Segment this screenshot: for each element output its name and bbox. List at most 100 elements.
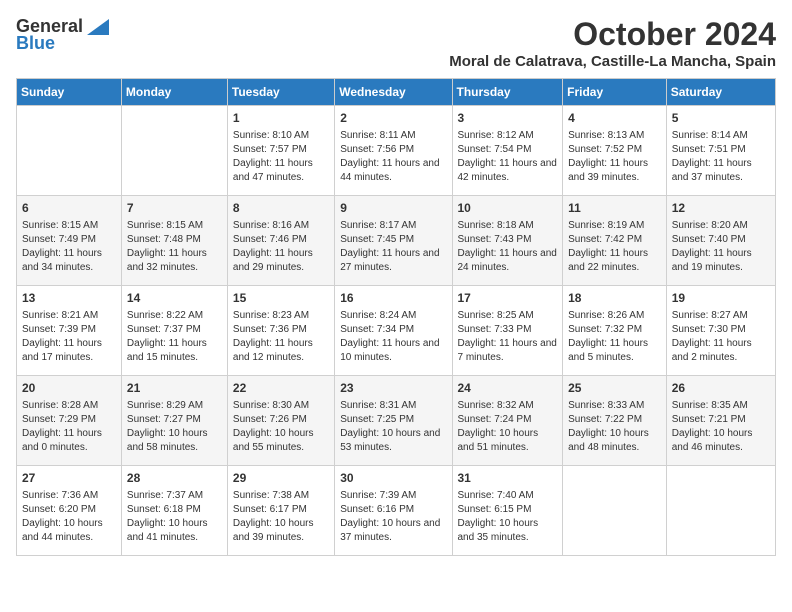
day-number: 25 bbox=[568, 380, 661, 397]
day-cell: 15Sunrise: 8:23 AM Sunset: 7:36 PM Dayli… bbox=[227, 286, 334, 376]
col-header-friday: Friday bbox=[563, 79, 667, 106]
day-cell bbox=[121, 106, 227, 196]
day-cell: 13 Sunrise: 8:21 AM Sunset: 7:39 PM Dayli… bbox=[17, 286, 122, 376]
day-number: 28 bbox=[127, 470, 222, 487]
day-number: 31 bbox=[458, 470, 558, 487]
day-cell bbox=[666, 466, 775, 556]
day-cell: 4 Sunrise: 8:13 AM Sunset: 7:52 PM Daylig… bbox=[563, 106, 667, 196]
week-row-4: 20 Sunrise: 8:28 AM Sunset: 7:29 PM Dayli… bbox=[17, 376, 776, 466]
day-number: 22 bbox=[233, 380, 329, 397]
day-info: Sunrise: 8:31 AM Sunset: 7:25 PM Dayligh… bbox=[340, 399, 446, 455]
day-number: 13 bbox=[22, 290, 116, 307]
day-number: 20 bbox=[22, 380, 116, 397]
day-cell: 8 Sunrise: 8:16 AM Sunset: 7:46 PM Daylig… bbox=[227, 196, 334, 286]
day-info: Sunrise: 8:27 AM Sunset: 7:30 PM Dayligh… bbox=[672, 309, 770, 365]
page-header: General Blue October 2024 Moral de Calat… bbox=[16, 16, 776, 70]
day-number: 16 bbox=[340, 290, 446, 307]
day-number: 5 bbox=[672, 110, 770, 127]
day-info: Sunrise: 7:37 AM Sunset: 6:18 PM Dayligh… bbox=[127, 489, 222, 545]
day-info: Sunrise: 8:21 AM Sunset: 7:39 PM Dayligh… bbox=[22, 309, 116, 365]
day-cell: 7 Sunrise: 8:15 AM Sunset: 7:48 PM Daylig… bbox=[121, 196, 227, 286]
day-number: 8 bbox=[233, 200, 329, 217]
day-info: Sunrise: 8:20 AM Sunset: 7:40 PM Dayligh… bbox=[672, 219, 770, 275]
day-info: Sunrise: 7:38 AM Sunset: 6:17 PM Dayligh… bbox=[233, 489, 329, 545]
day-cell: 27 Sunrise: 7:36 AM Sunset: 6:20 PM Dayli… bbox=[17, 466, 122, 556]
day-cell: 22 Sunrise: 8:30 AM Sunset: 7:26 PM Dayli… bbox=[227, 376, 334, 466]
day-info: Sunrise: 8:32 AM Sunset: 7:24 PM Dayligh… bbox=[458, 399, 558, 455]
day-cell: 14 Sunrise: 8:22 AM Sunset: 7:37 PM Dayli… bbox=[121, 286, 227, 376]
title-section: October 2024 Moral de Calatrava, Castill… bbox=[449, 16, 776, 70]
logo-blue-text: Blue bbox=[16, 33, 55, 54]
week-row-1: 1Sunrise: 8:10 AM Sunset: 7:57 PM Daylig… bbox=[17, 106, 776, 196]
day-info: Sunrise: 8:18 AM Sunset: 7:43 PM Dayligh… bbox=[458, 219, 558, 275]
day-cell bbox=[563, 466, 667, 556]
day-info: Sunrise: 8:19 AM Sunset: 7:42 PM Dayligh… bbox=[568, 219, 661, 275]
day-cell: 11 Sunrise: 8:19 AM Sunset: 7:42 PM Dayli… bbox=[563, 196, 667, 286]
day-number: 2 bbox=[340, 110, 446, 127]
day-number: 14 bbox=[127, 290, 222, 307]
day-info: Sunrise: 7:40 AM Sunset: 6:15 PM Dayligh… bbox=[458, 489, 558, 545]
day-number: 27 bbox=[22, 470, 116, 487]
day-cell: 17 Sunrise: 8:25 AM Sunset: 7:33 PM Dayli… bbox=[452, 286, 563, 376]
day-cell: 20 Sunrise: 8:28 AM Sunset: 7:29 PM Dayli… bbox=[17, 376, 122, 466]
day-number: 3 bbox=[458, 110, 558, 127]
day-info: Sunrise: 8:29 AM Sunset: 7:27 PM Dayligh… bbox=[127, 399, 222, 455]
week-row-3: 13 Sunrise: 8:21 AM Sunset: 7:39 PM Dayli… bbox=[17, 286, 776, 376]
day-info: Sunrise: 8:16 AM Sunset: 7:46 PM Dayligh… bbox=[233, 219, 329, 275]
day-number: 26 bbox=[672, 380, 770, 397]
day-cell: 16 Sunrise: 8:24 AM Sunset: 7:34 PM Dayli… bbox=[335, 286, 452, 376]
day-cell: 12Sunrise: 8:20 AM Sunset: 7:40 PM Dayli… bbox=[666, 196, 775, 286]
day-number: 9 bbox=[340, 200, 446, 217]
day-info: Sunrise: 7:39 AM Sunset: 6:16 PM Dayligh… bbox=[340, 489, 446, 545]
day-cell: 3Sunrise: 8:12 AM Sunset: 7:54 PM Daylig… bbox=[452, 106, 563, 196]
day-number: 6 bbox=[22, 200, 116, 217]
day-cell: 1Sunrise: 8:10 AM Sunset: 7:57 PM Daylig… bbox=[227, 106, 334, 196]
day-info: Sunrise: 8:25 AM Sunset: 7:33 PM Dayligh… bbox=[458, 309, 558, 365]
day-info: Sunrise: 8:30 AM Sunset: 7:26 PM Dayligh… bbox=[233, 399, 329, 455]
day-info: Sunrise: 8:35 AM Sunset: 7:21 PM Dayligh… bbox=[672, 399, 770, 455]
col-header-saturday: Saturday bbox=[666, 79, 775, 106]
week-row-5: 27 Sunrise: 7:36 AM Sunset: 6:20 PM Dayli… bbox=[17, 466, 776, 556]
day-number: 10 bbox=[458, 200, 558, 217]
day-cell: 21 Sunrise: 8:29 AM Sunset: 7:27 PM Dayli… bbox=[121, 376, 227, 466]
logo-icon bbox=[87, 19, 109, 35]
day-info: Sunrise: 8:10 AM Sunset: 7:57 PM Dayligh… bbox=[233, 129, 329, 185]
day-info: Sunrise: 8:28 AM Sunset: 7:29 PM Dayligh… bbox=[22, 399, 116, 455]
day-cell bbox=[17, 106, 122, 196]
day-info: Sunrise: 8:14 AM Sunset: 7:51 PM Dayligh… bbox=[672, 129, 770, 185]
day-cell: 6Sunrise: 8:15 AM Sunset: 7:49 PM Daylig… bbox=[17, 196, 122, 286]
day-cell: 5 Sunrise: 8:14 AM Sunset: 7:51 PM Daylig… bbox=[666, 106, 775, 196]
week-row-2: 6Sunrise: 8:15 AM Sunset: 7:49 PM Daylig… bbox=[17, 196, 776, 286]
day-cell: 30 Sunrise: 7:39 AM Sunset: 6:16 PM Dayli… bbox=[335, 466, 452, 556]
day-number: 11 bbox=[568, 200, 661, 217]
day-cell: 25Sunrise: 8:33 AM Sunset: 7:22 PM Dayli… bbox=[563, 376, 667, 466]
location-title: Moral de Calatrava, Castille-La Mancha, … bbox=[449, 53, 776, 70]
col-header-sunday: Sunday bbox=[17, 79, 122, 106]
day-number: 30 bbox=[340, 470, 446, 487]
day-info: Sunrise: 8:11 AM Sunset: 7:56 PM Dayligh… bbox=[340, 129, 446, 185]
day-number: 29 bbox=[233, 470, 329, 487]
day-cell: 26 Sunrise: 8:35 AM Sunset: 7:21 PM Dayli… bbox=[666, 376, 775, 466]
day-number: 19 bbox=[672, 290, 770, 307]
day-cell: 10 Sunrise: 8:18 AM Sunset: 7:43 PM Dayli… bbox=[452, 196, 563, 286]
day-info: Sunrise: 8:26 AM Sunset: 7:32 PM Dayligh… bbox=[568, 309, 661, 365]
day-number: 17 bbox=[458, 290, 558, 307]
calendar-table: SundayMondayTuesdayWednesdayThursdayFrid… bbox=[16, 78, 776, 556]
day-number: 18 bbox=[568, 290, 661, 307]
day-number: 7 bbox=[127, 200, 222, 217]
col-header-tuesday: Tuesday bbox=[227, 79, 334, 106]
day-info: Sunrise: 8:17 AM Sunset: 7:45 PM Dayligh… bbox=[340, 219, 446, 275]
logo: General Blue bbox=[16, 16, 109, 54]
day-number: 4 bbox=[568, 110, 661, 127]
header-row: SundayMondayTuesdayWednesdayThursdayFrid… bbox=[17, 79, 776, 106]
day-info: Sunrise: 8:22 AM Sunset: 7:37 PM Dayligh… bbox=[127, 309, 222, 365]
day-cell: 19 Sunrise: 8:27 AM Sunset: 7:30 PM Dayli… bbox=[666, 286, 775, 376]
col-header-monday: Monday bbox=[121, 79, 227, 106]
day-number: 21 bbox=[127, 380, 222, 397]
day-info: Sunrise: 8:24 AM Sunset: 7:34 PM Dayligh… bbox=[340, 309, 446, 365]
day-number: 15 bbox=[233, 290, 329, 307]
day-info: Sunrise: 8:15 AM Sunset: 7:48 PM Dayligh… bbox=[127, 219, 222, 275]
day-info: Sunrise: 7:36 AM Sunset: 6:20 PM Dayligh… bbox=[22, 489, 116, 545]
day-info: Sunrise: 8:13 AM Sunset: 7:52 PM Dayligh… bbox=[568, 129, 661, 185]
col-header-thursday: Thursday bbox=[452, 79, 563, 106]
